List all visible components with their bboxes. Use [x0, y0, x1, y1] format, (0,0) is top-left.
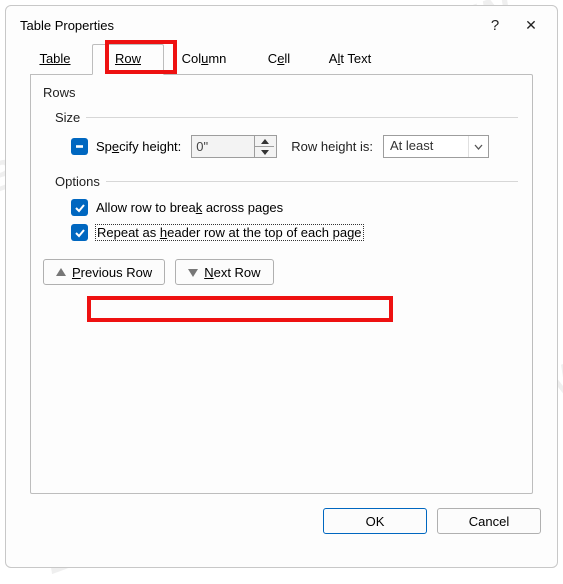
- row-height-mode-combo[interactable]: At least: [383, 135, 489, 158]
- spinner-up-icon[interactable]: [255, 136, 274, 147]
- titlebar: Table Properties ? ✕: [6, 6, 557, 44]
- help-button[interactable]: ?: [477, 11, 513, 39]
- repeat-header-checkbox[interactable]: [71, 224, 88, 241]
- dialog-table-properties: Table Properties ? ✕ Table Row Column Ce…: [5, 5, 558, 568]
- height-spinner[interactable]: [191, 135, 277, 158]
- specify-height-checkbox[interactable]: [71, 138, 88, 155]
- options-section-label: Options: [41, 174, 106, 189]
- specify-height-label: Specify height:: [96, 139, 181, 154]
- cancel-button[interactable]: Cancel: [437, 508, 541, 534]
- allow-break-label: Allow row to break across pages: [96, 200, 283, 215]
- tab-table[interactable]: Table: [18, 44, 92, 74]
- spinner-down-icon[interactable]: [255, 147, 274, 157]
- dialog-footer: OK Cancel: [6, 494, 557, 550]
- height-input[interactable]: [192, 136, 254, 157]
- next-row-button[interactable]: Next Row: [175, 259, 273, 285]
- tab-row[interactable]: Row: [92, 44, 164, 75]
- repeat-header-label: Repeat as header row at the top of each …: [96, 225, 363, 240]
- chevron-down-icon[interactable]: [468, 136, 488, 157]
- tab-cell[interactable]: Cell: [244, 44, 314, 74]
- row-height-mode-value: At least: [384, 136, 468, 157]
- allow-break-checkbox[interactable]: [71, 199, 88, 216]
- divider: [86, 117, 518, 118]
- tab-alt-text[interactable]: Alt Text: [314, 44, 386, 74]
- dialog-title: Table Properties: [20, 18, 477, 33]
- triangle-up-icon: [56, 268, 66, 277]
- rows-group-label: Rows: [41, 83, 522, 104]
- row-height-is-label: Row height is:: [291, 139, 373, 154]
- tab-column[interactable]: Column: [164, 44, 244, 74]
- close-button[interactable]: ✕: [513, 11, 549, 39]
- previous-row-button[interactable]: Previous Row: [43, 259, 165, 285]
- divider: [106, 181, 518, 182]
- tab-strip: Table Row Column Cell Alt Text: [18, 44, 545, 74]
- ok-button[interactable]: OK: [323, 508, 427, 534]
- triangle-down-icon: [188, 268, 198, 277]
- size-section-label: Size: [41, 110, 86, 125]
